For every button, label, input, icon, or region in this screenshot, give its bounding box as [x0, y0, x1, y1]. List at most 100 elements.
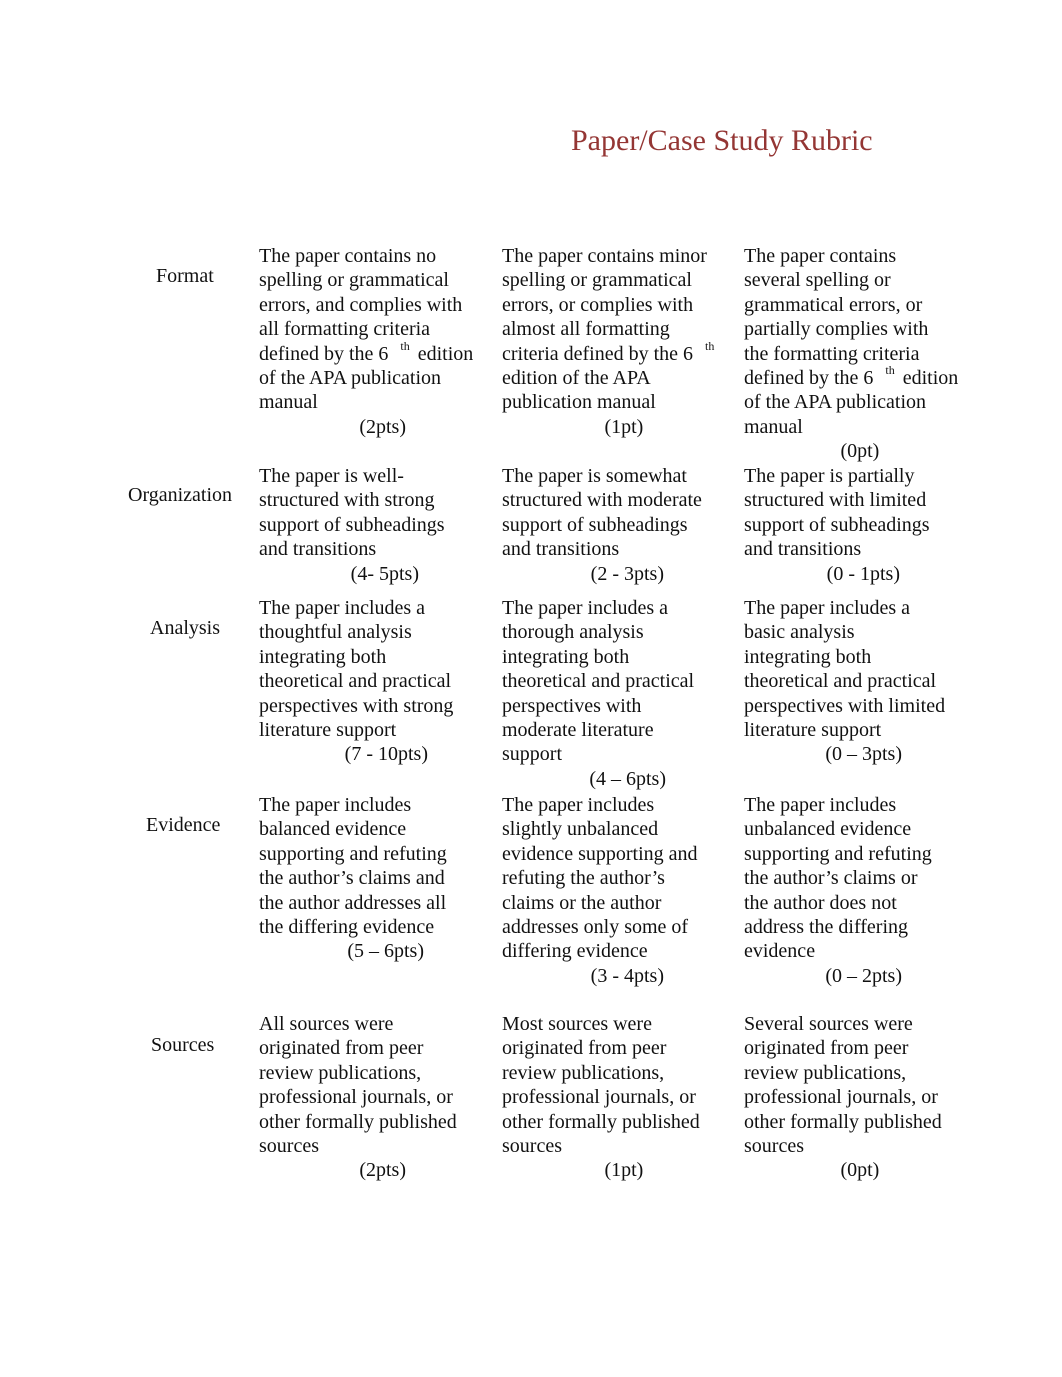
- cell-text-line: perspectives with limited: [744, 694, 946, 717]
- cell-text-line: The paper includes a: [502, 597, 669, 619]
- cell-text-line: The paper includes: [502, 794, 655, 816]
- cell-text-line: structured with moderate: [502, 489, 702, 512]
- criterion-label: Sources: [151, 1034, 215, 1056]
- rubric-cell: The paper contains no spelling or grammat…: [259, 244, 473, 439]
- cell-text-line: all formatting criteria: [259, 318, 431, 341]
- cell-text-line: review publications,: [259, 1061, 422, 1084]
- cell-text-line: theoretical and practical: [744, 670, 937, 693]
- cell-text-line: refuting the author’s: [502, 867, 665, 890]
- cell-text-line: originated from peer: [259, 1037, 424, 1060]
- cell-text-line: the author does not: [744, 891, 897, 914]
- ordinal-superscript: th: [705, 338, 715, 353]
- cell-text-line: professional journals, or: [502, 1086, 696, 1109]
- cell-text-line: professional journals, or: [744, 1086, 938, 1109]
- cell-text-line: The paper includes a: [744, 597, 911, 619]
- criterion-label: Analysis: [150, 617, 220, 639]
- criterion-label: Organization: [128, 484, 233, 506]
- points-value: (2pts): [359, 415, 406, 438]
- cell-text-line: of the APA publication: [744, 391, 927, 414]
- points-value: (7 - 10pts): [344, 743, 428, 766]
- cell-text-line: perspectives with strong: [259, 694, 454, 717]
- points-value: (1pt): [604, 1159, 644, 1182]
- cell-text-line: The paper includes a: [259, 597, 426, 619]
- cell-text-line: The paper is well-: [259, 465, 404, 487]
- cell-text-line: theoretical and practical: [259, 670, 452, 693]
- rubric-cell: Several sources were originated from peer…: [744, 1012, 942, 1183]
- cell-text-line: thorough analysis: [502, 621, 644, 644]
- criterion-label: Evidence: [146, 814, 221, 836]
- cell-text-line: The paper contains: [744, 245, 897, 267]
- points-value: (2 - 3pts): [590, 562, 664, 585]
- cell-text-line: almost all formatting: [502, 318, 670, 341]
- cell-text-line: originated from peer: [502, 1037, 667, 1060]
- rubric-cell: Most sources were originated from peer rev…: [502, 1012, 700, 1183]
- points-value: (0 - 1pts): [826, 562, 900, 585]
- points-value: (0 – 3pts): [825, 743, 902, 766]
- cell-text-line: publication manual: [502, 391, 656, 414]
- cell-text-line: professional journals, or: [259, 1086, 453, 1109]
- cell-text-line: structured with strong: [259, 489, 435, 512]
- cell-text-line: The paper contains no: [259, 245, 437, 267]
- rubric-cell: The paper includes a thoughtful analysis i…: [259, 596, 453, 767]
- cell-text-line: claims or the author: [502, 891, 662, 914]
- rubric-cell: The paper contains several spelling or gra…: [744, 244, 958, 464]
- cell-text-line: basic analysis: [744, 621, 855, 644]
- ordinal-superscript: th: [885, 362, 895, 377]
- rubric-cell: All sources were originated from peer revi…: [259, 1012, 457, 1183]
- cell-text-line: and transitions: [259, 538, 377, 561]
- cell-text-line: The paper includes: [744, 794, 897, 816]
- cell-text-line: manual: [744, 415, 803, 438]
- rubric-cell: The paper is partially structured with li…: [744, 464, 930, 586]
- cell-text-line: Several sources were: [744, 1013, 913, 1035]
- cell-text-line: theoretical and practical: [502, 670, 695, 693]
- cell-text-line: the differing evidence: [259, 915, 435, 938]
- cell-text-line: perspectives with: [502, 694, 642, 717]
- rubric-cell: The paper includes slightly unbalanced evi…: [502, 793, 698, 988]
- cell-text-line: defined by the 6th edition: [259, 338, 474, 365]
- cell-text-line: integrating both: [259, 645, 387, 668]
- cell-text-line: slightly unbalanced: [502, 818, 659, 841]
- cell-text-line: unbalanced evidence: [744, 818, 912, 841]
- cell-text-line: errors, and complies with: [259, 293, 463, 316]
- page-title: Paper/Case Study Rubric: [571, 124, 873, 157]
- cell-text-line: balanced evidence: [259, 818, 407, 841]
- cell-text-line: address the differing: [744, 915, 909, 938]
- cell-text-line: the formatting criteria: [744, 342, 920, 365]
- cell-text-line: review publications,: [744, 1061, 907, 1084]
- rubric-cell: The paper includes a thorough analysis int…: [502, 596, 694, 791]
- cell-text-line: literature support: [744, 718, 882, 741]
- rubric-cell: The paper is well-structured with strong…: [259, 464, 445, 586]
- criterion-label: Format: [156, 265, 214, 287]
- cell-text-line: and transitions: [744, 538, 862, 561]
- cell-text-line: support of subheadings: [502, 513, 688, 536]
- cell-text-line: The paper includes: [259, 794, 412, 816]
- cell-text-line: other formally published: [744, 1110, 942, 1133]
- cell-text-line: originated from peer: [744, 1037, 909, 1060]
- cell-text-line: other formally published: [259, 1110, 457, 1133]
- rubric-cell: The paper includes balanced evidence suppo…: [259, 793, 447, 964]
- cell-text-line: thoughtful analysis: [259, 621, 412, 644]
- cell-text-line: integrating both: [744, 645, 872, 668]
- cell-text-line: the author addresses all: [259, 891, 447, 914]
- points-value: (0pt): [840, 440, 880, 463]
- cell-text-line: The paper contains minor: [502, 245, 707, 267]
- cell-text-line: several spelling or: [744, 269, 891, 292]
- cell-text-line: errors, or complies with: [502, 293, 694, 316]
- cell-text-line: sources: [502, 1134, 562, 1157]
- cell-text-line: spelling or grammatical: [259, 269, 449, 292]
- points-value: (5 – 6pts): [347, 940, 424, 963]
- cell-text-line: other formally published: [502, 1110, 700, 1133]
- cell-text-line: The paper is somewhat: [502, 465, 687, 487]
- cell-text-line: structured with limited: [744, 489, 927, 512]
- ordinal-superscript: th: [400, 338, 410, 353]
- points-value: (4 – 6pts): [589, 767, 666, 790]
- cell-text-line: of the APA publication: [259, 366, 442, 389]
- cell-text-line: integrating both: [502, 645, 630, 668]
- cell-text-line: support: [502, 743, 562, 766]
- cell-text-line: criteria defined by the 6th: [502, 338, 715, 365]
- cell-text-line: support of subheadings: [259, 513, 445, 536]
- cell-text-line: support of subheadings: [744, 513, 930, 536]
- rubric-cell: The paper includes a basic analysis integr…: [744, 596, 945, 767]
- rubric-cell: The paper contains minor spelling or gram…: [502, 244, 717, 439]
- points-value: (4- 5pts): [350, 562, 419, 585]
